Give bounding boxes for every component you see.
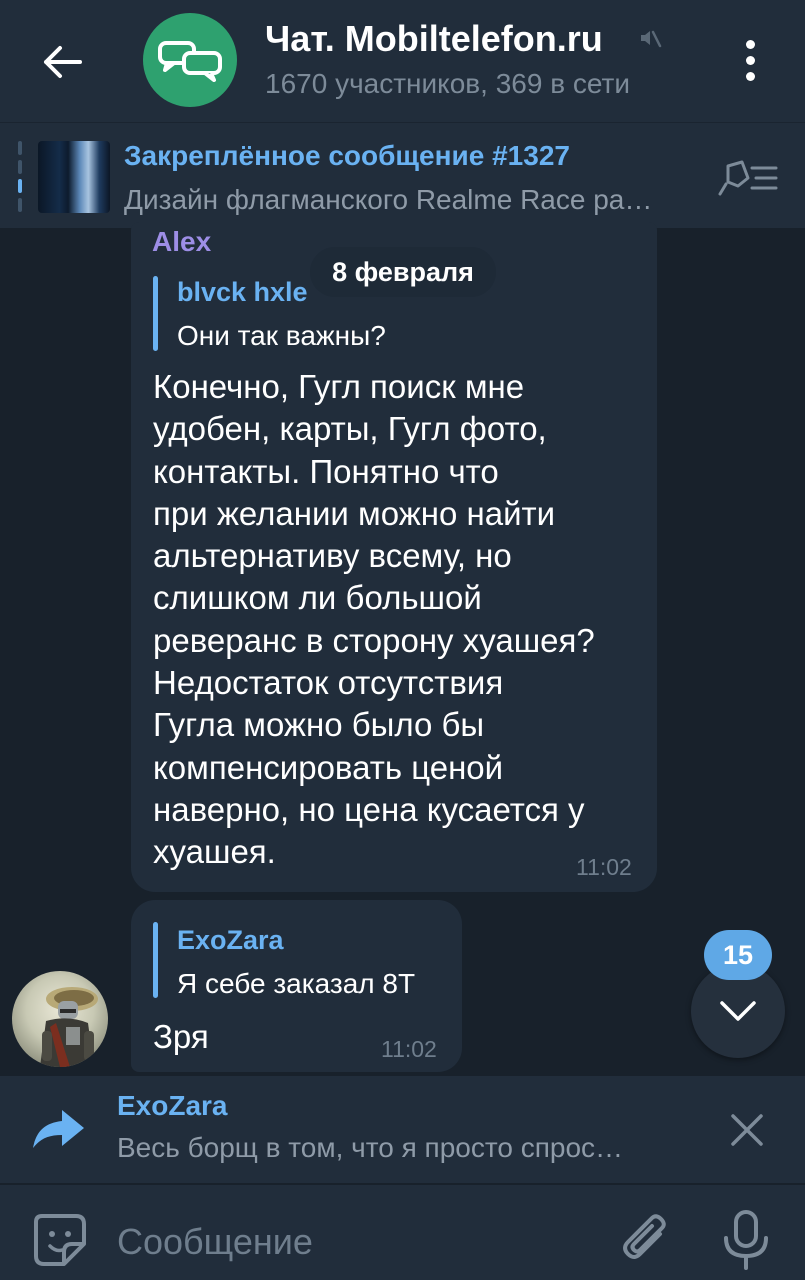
date-separator: 8 февраля (310, 247, 496, 297)
chat-subtitle: 1670 участников, 369 в сети (265, 68, 630, 99)
unread-count-badge[interactable]: 15 (704, 930, 772, 980)
back-button[interactable] (30, 30, 94, 94)
arrow-left-icon (44, 46, 82, 78)
pinned-thumbnail (38, 141, 110, 213)
chat-header: Чат. Mobiltelefon.ru 1670 участников, 36… (0, 0, 805, 122)
user-avatar[interactable] (12, 971, 108, 1067)
more-vertical-icon (745, 39, 755, 49)
sticker-smile-icon[interactable] (30, 1210, 90, 1270)
group-avatar[interactable] (143, 13, 237, 107)
message-text: Конечно, Гугл поиск мне удобен, карты, Г… (153, 368, 595, 871)
close-icon[interactable] (723, 1106, 771, 1154)
forward-text: Весь борщ в том, что я просто спрос… (117, 1132, 624, 1163)
pinned-position-indicator (18, 141, 22, 213)
reply-quote-bar (153, 276, 158, 351)
pinned-text: Дизайн флагманского Realme Race ра… (124, 184, 653, 215)
reply-text[interactable]: Они так важны? (177, 320, 386, 352)
reply-quote-bar (153, 922, 158, 998)
reply-author[interactable]: ExoZara (177, 925, 284, 956)
reply-author[interactable]: blvck hxle (177, 277, 308, 308)
chevron-down-icon (720, 1001, 756, 1021)
paperclip-icon[interactable] (616, 1210, 676, 1270)
reply-text[interactable]: Я себе заказал 8T (177, 968, 415, 1000)
message-time: 11:02 (576, 854, 632, 880)
muted-speaker-icon (641, 30, 662, 48)
message-text: Зря (153, 1018, 209, 1055)
forward-arrow-icon (33, 1110, 84, 1148)
chat-bubbles-icon (158, 41, 222, 82)
microphone-icon[interactable] (718, 1208, 774, 1272)
chat-title[interactable]: Чат. Mobiltelefon.ru (265, 18, 603, 60)
pin-list-icon[interactable] (716, 156, 780, 200)
more-menu-button[interactable] (728, 30, 772, 90)
pinned-title: Закреплённое сообщение #1327 (124, 140, 570, 171)
message-time: 11:02 (381, 1036, 437, 1062)
message-input[interactable] (117, 1212, 597, 1272)
forward-author: ExoZara (117, 1090, 228, 1121)
avatar-figure-image (40, 987, 98, 1067)
sender-name[interactable]: Alex (152, 226, 211, 258)
